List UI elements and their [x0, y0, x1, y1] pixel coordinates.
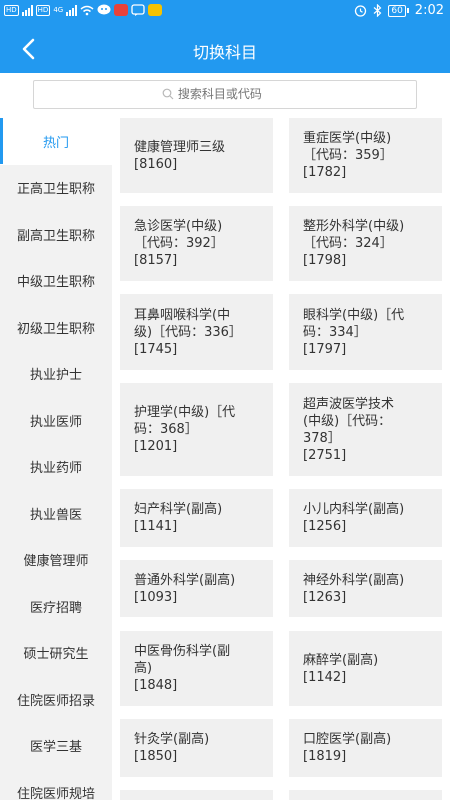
subject-label: 健康管理师三级 [8160] [134, 139, 226, 172]
subject-card[interactable]: 超声波医学技术 (中级)［代码： 378］ [2751] [289, 383, 442, 476]
category-sidebar: 热门 正高卫生职称 副高卫生职称 中级卫生职称 初级卫生职称 执业护士 执业医师… [0, 118, 112, 800]
signal-icon-2 [66, 4, 78, 16]
sidebar-item-master-graduate[interactable]: 硕士研究生 [0, 630, 112, 677]
search-area [0, 73, 450, 118]
sidebar-item-label: 执业兽医 [29, 507, 82, 523]
subject-card[interactable]: 急诊医学(中级) ［代码：392］ [8157] [120, 206, 273, 281]
hd-badge-2: HD [35, 4, 51, 16]
subject-card[interactable]: 麻醉学(副高) [1142] [289, 631, 442, 706]
sidebar-item-nurse[interactable]: 执业护士 [0, 351, 112, 398]
search-icon [162, 88, 174, 100]
subject-label: 眼科学(中级)［代 码：334］ [1797] [303, 307, 405, 357]
subject-label: 中医骨伤科学(副 高) [1848] [134, 644, 231, 693]
sidebar-item-label: 执业护士 [29, 368, 82, 384]
subject-label: 急诊医学(中级) ［代码：392］ [8157] [134, 219, 224, 268]
sidebar-item-associate-senior-title[interactable]: 副高卫生职称 [0, 211, 112, 258]
search-box[interactable] [33, 80, 417, 109]
sidebar-item-pharmacist[interactable]: 执业药师 [0, 444, 112, 491]
subject-label: 超声波医学技术 (中级)［代码： 378］ [2751] [303, 396, 395, 463]
message-icon [131, 4, 145, 16]
subject-card[interactable]: 眼科学(中级)［代 码：334］ [1797] [289, 294, 442, 370]
hd-badge: HD [4, 4, 19, 16]
app-yellow-icon [148, 4, 163, 16]
subject-card[interactable]: 重症医学(中级) ［代码：359］ [1782] [289, 118, 442, 193]
battery-level: 60 [388, 4, 406, 17]
signal-icon [21, 4, 33, 16]
subject-label: 整形外科学(中级) ［代码：324］ [1798] [303, 219, 405, 268]
sidebar-item-label: 执业医师 [29, 414, 82, 430]
subject-label: 护理学(中级)［代 码：368］ [1201] [134, 405, 236, 454]
alarm-icon [355, 5, 367, 17]
subject-card-partial[interactable] [289, 790, 442, 800]
battery-icon: 60 [388, 4, 409, 17]
sidebar-item-label: 热门 [42, 135, 69, 151]
search-input[interactable] [177, 87, 288, 101]
subject-label: 普通外科学(副高) [1093] [134, 572, 236, 605]
subject-label: 妇产科学(副高) [1141] [134, 502, 223, 534]
subject-card[interactable]: 妇产科学(副高) [1141] [120, 489, 273, 547]
sidebar-item-senior-title[interactable]: 正高卫生职称 [0, 165, 112, 212]
sidebar-item-health-manager[interactable]: 健康管理师 [0, 537, 112, 584]
subject-label: 神经外科学(副高) [1263] [303, 572, 405, 605]
sidebar-item-medical-recruitment[interactable]: 医疗招聘 [0, 583, 112, 630]
sidebar-item-label: 住院医师招录 [16, 693, 95, 709]
header-bar: 切换科目 [0, 25, 450, 73]
app-red-icon [114, 4, 129, 16]
subject-card[interactable]: 中医骨伤科学(副 高) [1848] [120, 631, 273, 706]
subject-label: 麻醉学(副高) [1142] [303, 652, 379, 685]
subject-card[interactable]: 普通外科学(副高) [1093] [120, 560, 273, 617]
sidebar-item-medical-basics[interactable]: 医学三基 [0, 723, 112, 770]
sidebar-item-label: 中级卫生职称 [16, 275, 95, 291]
subject-card[interactable]: 耳鼻咽喉科学(中 级)［代码：336］ [1745] [120, 294, 273, 370]
sidebar-item-resident-recruitment[interactable]: 住院医师招录 [0, 676, 112, 723]
sidebar-item-label: 正高卫生职称 [16, 182, 95, 198]
sidebar-item-physician[interactable]: 执业医师 [0, 397, 112, 444]
subject-label: 耳鼻咽喉科学(中 级)［代码：336］ [1745] [134, 307, 242, 357]
sidebar-item-hot[interactable]: 热门 [0, 118, 112, 165]
sidebar-item-label: 初级卫生职称 [16, 321, 95, 337]
sidebar-item-label: 医疗招聘 [29, 600, 82, 616]
chat-bubble-icon [97, 4, 111, 15]
status-bar: HD HD 4G 60 2:02 [0, 0, 450, 25]
sidebar-item-label: 执业药师 [29, 461, 82, 477]
sidebar-item-label: 医学三基 [29, 740, 82, 756]
status-left: HD HD 4G [4, 4, 163, 16]
subject-card[interactable]: 整形外科学(中级) ［代码：324］ [1798] [289, 206, 442, 281]
status-time: 2:02 [414, 3, 444, 18]
subject-card[interactable]: 针灸学(副高) [1850] [120, 719, 273, 777]
subject-card[interactable]: 小儿内科学(副高) [1256] [289, 489, 442, 547]
sidebar-item-resident-training[interactable]: 住院医师规培 [0, 769, 112, 800]
subject-grid: 健康管理师三级 [8160] 重症医学(中级) ［代码：359］ [1782] … [112, 118, 450, 800]
subject-card[interactable]: 护理学(中级)［代 码：368］ [1201] [120, 383, 273, 476]
status-right: 60 2:02 [354, 3, 444, 18]
sidebar-item-label: 硕士研究生 [23, 647, 89, 663]
subject-label: 重症医学(中级) ［代码：359］ [1782] [303, 131, 393, 180]
page-title: 切换科目 [192, 43, 257, 62]
subject-card[interactable]: 口腔医学(副高) [1819] [289, 719, 442, 777]
sidebar-item-label: 副高卫生职称 [16, 228, 95, 244]
sidebar-item-veterinarian[interactable]: 执业兽医 [0, 490, 112, 537]
sidebar-item-label: 住院医师规培 [16, 786, 95, 800]
subject-card-partial[interactable] [120, 790, 273, 800]
wifi-icon [80, 5, 94, 15]
sidebar-item-intermediate-title[interactable]: 中级卫生职称 [0, 258, 112, 305]
subject-card[interactable]: 健康管理师三级 [8160] [120, 118, 273, 193]
bluetooth-icon [373, 4, 382, 17]
subject-label: 针灸学(副高) [1850] [134, 732, 210, 764]
network-type: 4G [53, 6, 64, 14]
subject-label: 口腔医学(副高) [1819] [303, 732, 392, 764]
sidebar-item-label: 健康管理师 [23, 554, 89, 570]
subject-card[interactable]: 神经外科学(副高) [1263] [289, 560, 442, 617]
subject-label: 小儿内科学(副高) [1256] [303, 502, 405, 534]
sidebar-item-junior-title[interactable]: 初级卫生职称 [0, 304, 112, 351]
